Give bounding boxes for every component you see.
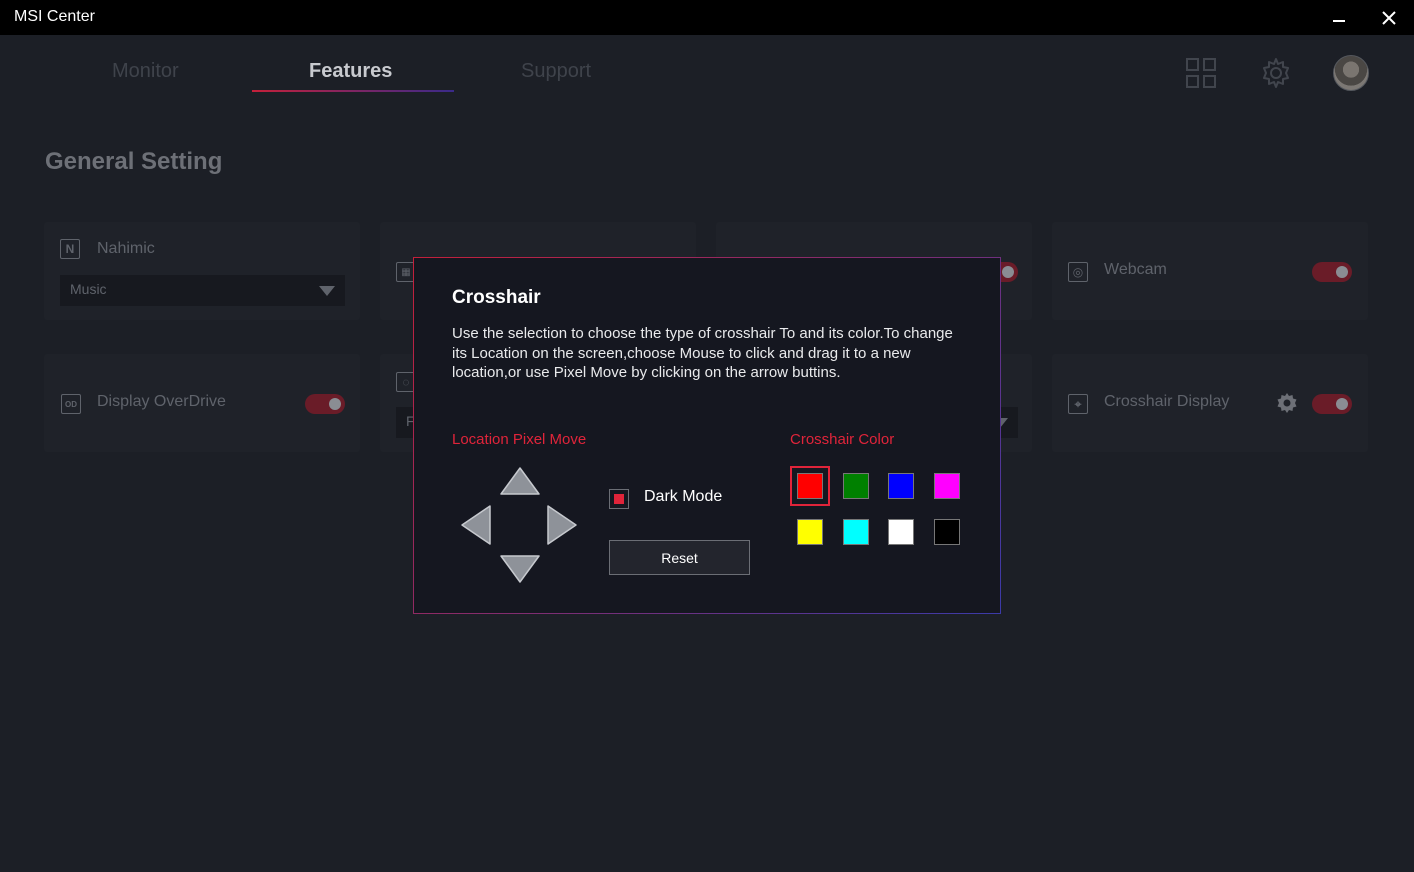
card-crosshair-display: ⌖ Crosshair Display [1052,354,1368,452]
chevron-down-icon [319,286,335,296]
webcam-toggle[interactable] [1312,262,1352,282]
active-tab-indicator [252,90,454,92]
color-swatch[interactable] [888,519,914,545]
color-swatch[interactable] [843,519,869,545]
close-button[interactable] [1377,6,1401,30]
crosshair-dialog: Crosshair Use the selection to choose th… [413,257,1001,614]
color-swatch[interactable] [934,473,960,499]
overdrive-icon: OD [61,394,81,414]
webcam-label: Webcam [1104,261,1167,278]
arrow-down-icon[interactable] [498,553,542,585]
close-icon [1382,11,1396,25]
dialog-title: Crosshair [452,287,541,308]
crosshair-display-toggle[interactable] [1312,394,1352,414]
color-swatch[interactable] [797,473,823,499]
card-nahimic: N Nahimic Music [44,222,360,320]
main-tabs: Monitor Features Support [0,35,1414,105]
arrow-left-icon[interactable] [459,503,493,547]
location-pixel-move-label: Location Pixel Move [452,431,587,448]
nahimic-label: Nahimic [97,240,155,257]
reset-button[interactable]: Reset [609,540,750,575]
grid-icon[interactable] [1185,57,1217,89]
color-swatch[interactable] [843,473,869,499]
crosshair-display-label: Crosshair Display [1104,393,1230,410]
checkbox-checked-indicator [614,494,624,504]
tab-support[interactable]: Support [521,60,591,83]
dialog-description: Use the selection to choose the type of … [452,325,953,381]
minimize-icon [1333,20,1345,22]
window-title: MSI Center [14,8,95,25]
arrow-right-icon[interactable] [545,503,579,547]
dark-mode-checkbox[interactable] [609,489,629,509]
webcam-icon: ◎ [1068,262,1088,282]
title-bar: MSI Center [0,0,1414,35]
arrow-up-icon[interactable] [498,465,542,497]
card-webcam: ◎ Webcam [1052,222,1368,320]
tab-monitor[interactable]: Monitor [112,60,179,83]
minimize-button[interactable] [1327,6,1351,30]
settings-gear-icon[interactable] [1260,57,1292,89]
color-swatch[interactable] [934,519,960,545]
dark-mode-label: Dark Mode [644,488,723,505]
nahimic-icon: N [60,239,80,259]
display-overdrive-label: Display OverDrive [97,393,226,410]
color-swatch[interactable] [797,519,823,545]
crosshair-color-label: Crosshair Color [790,431,895,448]
crosshair-settings-gear-icon[interactable] [1276,392,1298,414]
crosshair-icon: ⌖ [1068,394,1088,414]
arrow-pad [459,465,579,585]
nahimic-mode-dropdown[interactable]: Music [60,275,345,306]
user-avatar[interactable] [1333,55,1369,91]
card-display-overdrive: OD Display OverDrive [44,354,360,452]
display-overdrive-toggle[interactable] [305,394,345,414]
section-title: General Setting [45,148,223,175]
nahimic-dropdown-value: Music [70,281,107,297]
color-swatch[interactable] [888,473,914,499]
tab-features[interactable]: Features [309,60,392,83]
